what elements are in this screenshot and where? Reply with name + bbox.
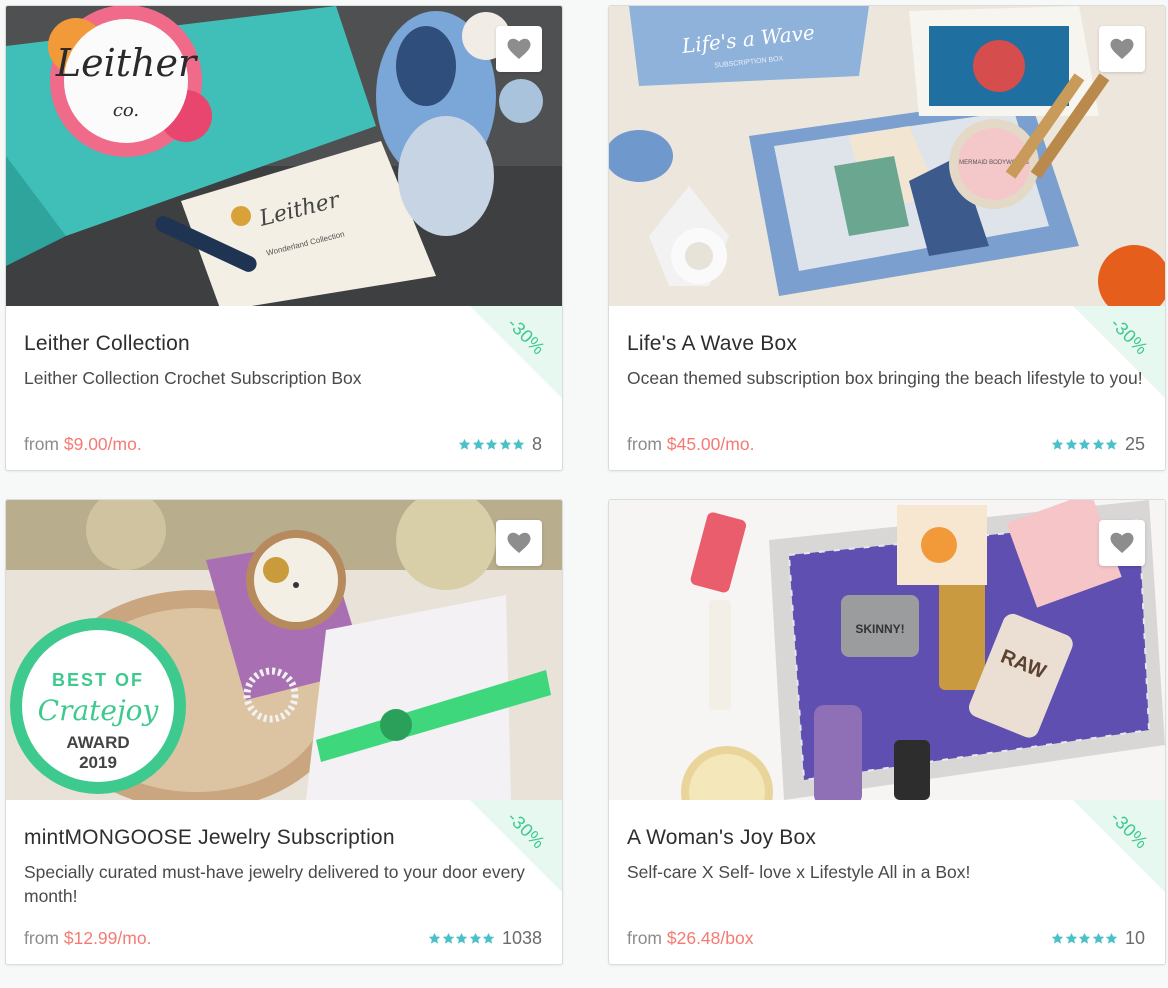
product-image[interactable]: Leither co. Leither Wonderland Collectio…: [6, 6, 562, 306]
product-title[interactable]: mintMONGOOSE Jewelry Subscription: [24, 826, 542, 850]
star-icon: [1092, 932, 1105, 944]
star-icon: [499, 438, 512, 450]
review-count: 1038: [501, 928, 542, 948]
rating: 1038: [428, 928, 542, 949]
brand-logo-text: Leither: [55, 41, 199, 85]
award-year-text: 2019: [79, 753, 117, 772]
star-icon: [483, 932, 495, 944]
review-count: 10: [1124, 928, 1145, 948]
product-title[interactable]: Leither Collection: [24, 332, 542, 356]
star-rating: [428, 932, 496, 945]
star-icon: [1065, 438, 1078, 450]
price: from $45.00/mo.: [627, 434, 754, 455]
price: from $9.00/mo.: [24, 434, 142, 455]
award-top-text: BEST OF: [52, 670, 144, 690]
star-icon: [1092, 438, 1105, 450]
price-unit: /mo.: [720, 434, 755, 454]
product-description: Self-care X Self- love x Lifestyle All i…: [627, 862, 971, 882]
brand-logo-sub: co.: [113, 100, 139, 121]
favorite-button[interactable]: [496, 26, 542, 72]
heart-icon: [507, 532, 531, 553]
star-icon: [472, 438, 485, 450]
star-rating: [1051, 932, 1119, 945]
price-unit: /mo.: [107, 434, 142, 454]
price-unit: /box: [720, 928, 754, 948]
star-icon: [1106, 932, 1118, 944]
product-card[interactable]: SKINNY! RAW -30% A Woman's Joy Box Self-…: [608, 499, 1166, 965]
favorite-button[interactable]: [1099, 26, 1145, 72]
product-description: Specially curated must-have jewelry deli…: [24, 862, 525, 906]
product-image[interactable]: SKINNY! RAW: [609, 500, 1165, 800]
price: from $12.99/mo.: [24, 928, 151, 949]
favorite-button[interactable]: [1099, 520, 1145, 566]
rating: 8: [458, 434, 542, 455]
product-description: Leither Collection Crochet Subscription …: [24, 368, 362, 388]
product-card[interactable]: BEST OF Cratejoy AWARD 2019 -30% mintMON…: [5, 499, 563, 965]
rating: 25: [1051, 434, 1145, 455]
star-icon: [1065, 932, 1078, 944]
price: from $26.48/box: [627, 928, 753, 949]
star-rating: [458, 438, 526, 451]
jar-label: SKINNY!: [855, 622, 904, 636]
price-amount: $9.00: [63, 434, 108, 454]
favorite-button[interactable]: [496, 520, 542, 566]
price-prefix: from: [24, 434, 59, 454]
price-amount: $45.00: [666, 434, 721, 454]
product-card[interactable]: Leither co. Leither Wonderland Collectio…: [5, 5, 563, 471]
product-image[interactable]: BEST OF Cratejoy AWARD 2019: [6, 500, 562, 800]
star-icon: [442, 932, 455, 944]
heart-icon: [507, 38, 531, 59]
price-amount: $12.99: [63, 928, 118, 948]
star-icon: [459, 438, 471, 450]
star-icon: [1079, 438, 1091, 450]
rating: 10: [1051, 928, 1145, 949]
heart-icon: [1110, 532, 1134, 553]
award-bottom-text: AWARD: [66, 733, 129, 752]
star-icon: [486, 438, 498, 450]
star-icon: [469, 932, 482, 944]
price-prefix: from: [24, 928, 59, 948]
star-icon: [1052, 438, 1064, 450]
star-rating: [1051, 438, 1119, 451]
star-icon: [513, 438, 525, 450]
star-icon: [1079, 932, 1091, 944]
product-title[interactable]: A Woman's Joy Box: [627, 826, 1145, 850]
price-unit: /mo.: [117, 928, 152, 948]
product-description: Ocean themed subscription box bringing t…: [627, 368, 1143, 388]
heart-icon: [1110, 38, 1134, 59]
award-brand-text: Cratejoy: [38, 694, 160, 727]
product-card[interactable]: Life's a Wave SUBSCRIPTION BOX MERMAID B…: [608, 5, 1166, 471]
star-icon: [1052, 932, 1064, 944]
star-icon: [456, 932, 468, 944]
review-count: 25: [1124, 434, 1145, 454]
star-icon: [429, 932, 441, 944]
price-prefix: from: [627, 434, 662, 454]
star-icon: [1106, 438, 1118, 450]
product-title[interactable]: Life's A Wave Box: [627, 332, 1145, 356]
price-amount: $26.48: [666, 928, 721, 948]
review-count: 8: [531, 434, 542, 454]
price-prefix: from: [627, 928, 662, 948]
product-image[interactable]: Life's a Wave SUBSCRIPTION BOX MERMAID B…: [609, 6, 1165, 306]
